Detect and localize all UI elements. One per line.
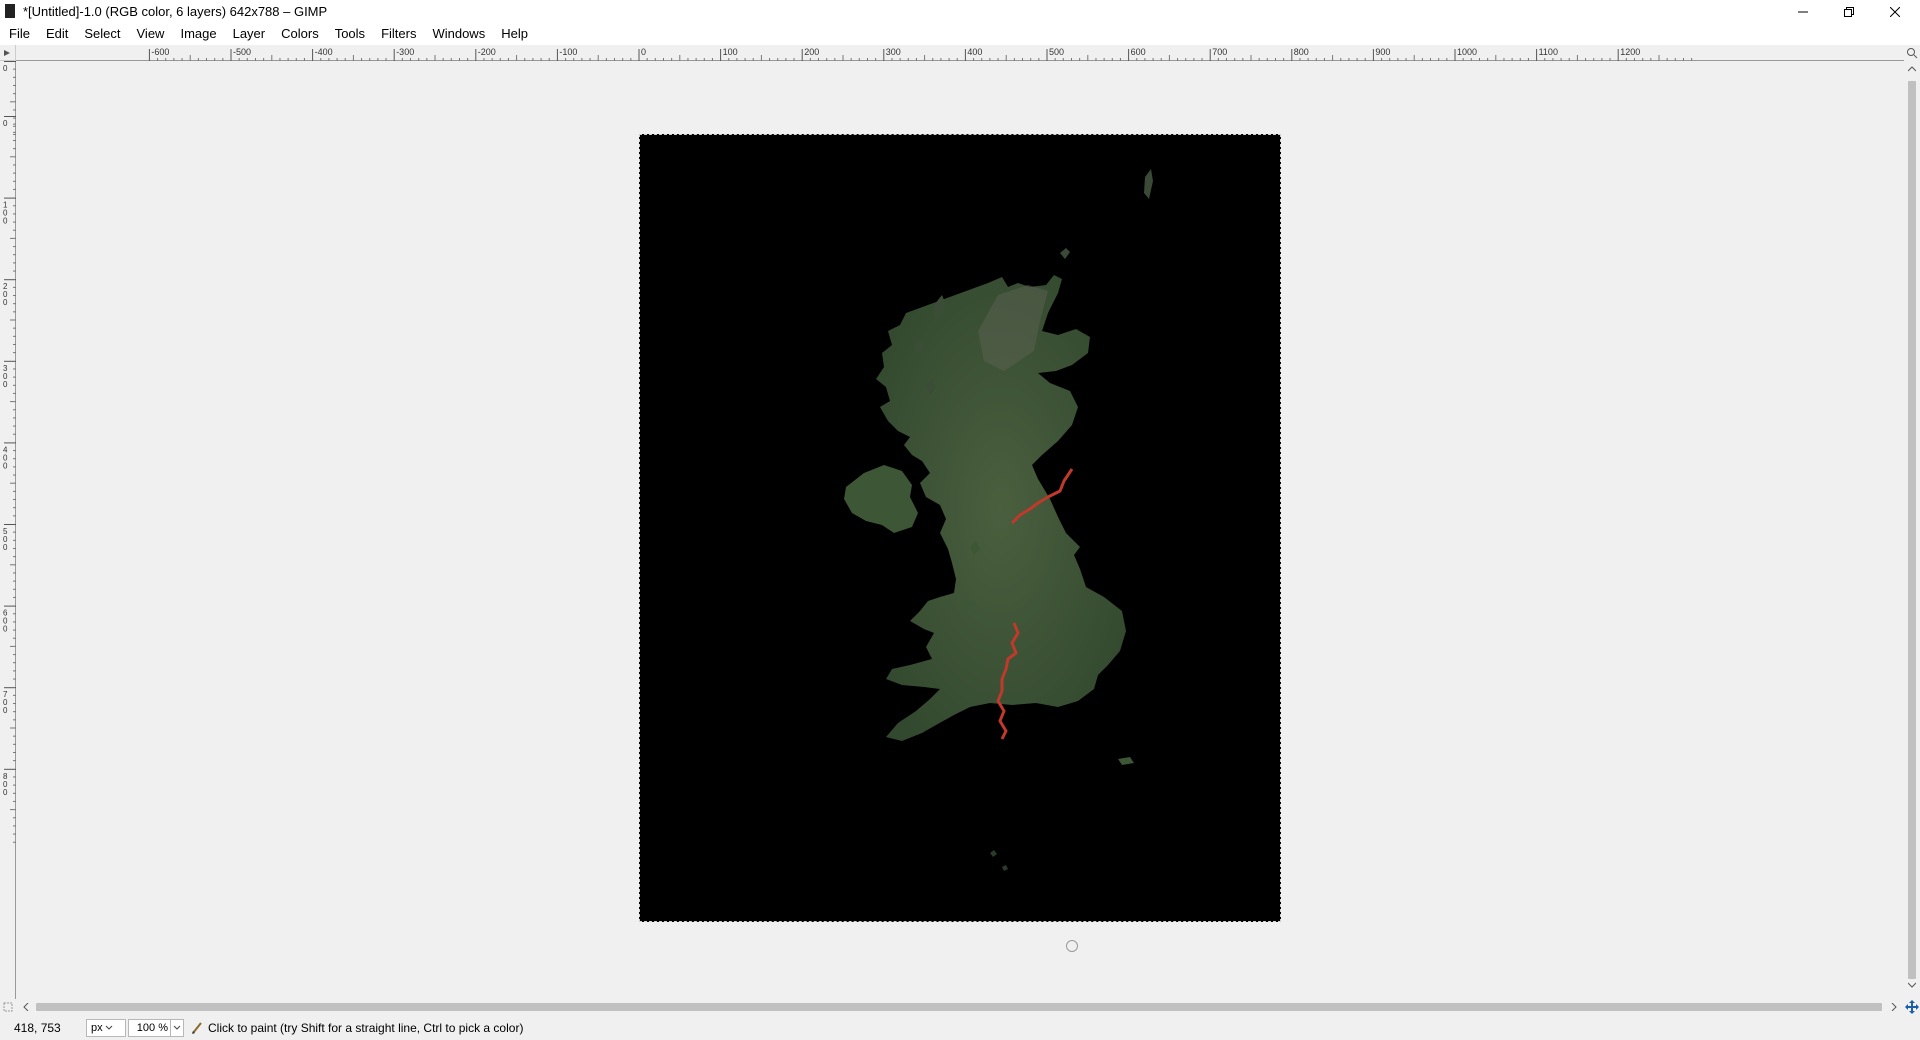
ruler-corner-menu-button[interactable]	[0, 45, 16, 61]
ruler-tick-label: 0	[3, 788, 8, 797]
ruler-tick-label: 100	[723, 47, 738, 57]
ruler-tick-label: 0	[3, 64, 8, 73]
zoom-value: 100 %	[136, 1021, 168, 1034]
horizontal-scrollbar[interactable]	[16, 999, 1904, 1015]
zoom-dropdown[interactable]: 100 %	[128, 1018, 184, 1037]
ruler-tick-label: 0	[3, 625, 8, 634]
menu-windows[interactable]: Windows	[424, 23, 493, 45]
menu-image[interactable]: Image	[172, 23, 224, 45]
ruler-tick-label: 0	[641, 47, 646, 57]
ruler-tick-label: -300	[396, 47, 414, 57]
zoom-fit-icon[interactable]	[1904, 45, 1920, 61]
maximize-button[interactable]	[1826, 0, 1872, 23]
minimize-icon	[1798, 11, 1808, 12]
window-title: *[Untitled]-1.0 (RGB color, 6 layers) 64…	[23, 4, 328, 19]
menu-help[interactable]: Help	[493, 23, 536, 45]
ruler-tick-label: 900	[1375, 47, 1390, 57]
ruler-tick-label: 1000	[1457, 47, 1477, 57]
ruler-tick-label: 1200	[1620, 47, 1640, 57]
horizontal-ruler[interactable]: -600 -500 -400 -300 -200 -100 0 100 200 300 400 500…	[16, 45, 1904, 61]
menu-select[interactable]: Select	[76, 23, 128, 45]
menu-tools[interactable]: Tools	[327, 23, 373, 45]
menu-filters[interactable]: Filters	[373, 23, 424, 45]
scroll-left-icon[interactable]	[22, 1003, 30, 1011]
ruler-tick-label: 0	[3, 298, 8, 307]
uk-map-image	[844, 169, 1153, 871]
scroll-down-icon[interactable]	[1908, 981, 1916, 989]
ruler-tick-label: 400	[967, 47, 982, 57]
status-bar: 418, 753 px 100 % Click to paint (try Sh…	[0, 1015, 1920, 1040]
ruler-tick-label: 0	[3, 119, 8, 128]
vertical-ruler[interactable]: 00100200300400500600700800	[0, 61, 16, 999]
pointer-coordinates: 418, 753	[14, 1020, 61, 1035]
ruler-tick-label: -200	[478, 47, 496, 57]
ruler-tick-label: 0	[3, 461, 8, 470]
ruler-tick-label: 0	[3, 706, 8, 715]
title-bar: *[Untitled]-1.0 (RGB color, 6 layers) 64…	[0, 0, 1920, 23]
menu-file[interactable]: File	[0, 23, 38, 45]
ruler-tick-label: 200	[804, 47, 819, 57]
status-message: Click to paint (try Shift for a straight…	[208, 1020, 524, 1035]
menu-colors[interactable]: Colors	[273, 23, 327, 45]
ruler-tick-label: 600	[1131, 47, 1146, 57]
restore-icon	[1844, 6, 1854, 17]
ruler-tick-label: 0	[3, 217, 8, 226]
horizontal-scroll-thumb[interactable]	[36, 1003, 1882, 1011]
quick-mask-icon	[3, 1002, 13, 1012]
ruler-tick-label: 300	[886, 47, 901, 57]
menu-arrow-icon	[4, 50, 10, 56]
scroll-up-icon[interactable]	[1908, 65, 1916, 73]
ruler-tick-label: -400	[315, 47, 333, 57]
brush-outline-cursor	[1066, 940, 1078, 952]
gimp-icon	[5, 4, 15, 18]
ruler-tick-label: 0	[3, 543, 8, 552]
unit-value: px	[91, 1021, 103, 1034]
ruler-tick-label: 500	[1049, 47, 1064, 57]
unit-dropdown[interactable]: px	[86, 1018, 126, 1037]
menu-view[interactable]: View	[129, 23, 173, 45]
menu-edit[interactable]: Edit	[38, 23, 76, 45]
navigate-button[interactable]	[1904, 999, 1920, 1015]
vertical-scrollbar[interactable]	[1904, 61, 1920, 999]
menu-layer[interactable]: Layer	[225, 23, 274, 45]
ruler-tick-label: 700	[1212, 47, 1227, 57]
ruler-tick-label: 800	[1294, 47, 1309, 57]
navigate-icon	[1905, 1000, 1919, 1014]
scroll-right-icon[interactable]	[1890, 1003, 1898, 1011]
close-icon	[1890, 6, 1900, 17]
quick-mask-toggle[interactable]	[0, 999, 16, 1015]
image-canvas[interactable]	[16, 61, 1904, 999]
minimize-button[interactable]	[1780, 0, 1826, 23]
ruler-tick-label: -100	[559, 47, 577, 57]
zoom-dropdown-button[interactable]	[170, 1019, 183, 1036]
vertical-scroll-thumb[interactable]	[1908, 81, 1916, 979]
ruler-tick-label: -600	[151, 47, 169, 57]
ruler-tick-label: 1100	[1539, 47, 1558, 57]
pencil-icon	[192, 1021, 202, 1034]
ruler-tick-label: 0	[3, 380, 8, 389]
chevron-down-icon	[105, 1025, 112, 1030]
close-button[interactable]	[1872, 0, 1918, 23]
menu-bar: File Edit Select View Image Layer Colors…	[0, 23, 1920, 45]
ruler-tick-label: -500	[233, 47, 251, 57]
chevron-down-icon	[173, 1025, 181, 1030]
image-layer-map[interactable]	[639, 134, 1281, 922]
